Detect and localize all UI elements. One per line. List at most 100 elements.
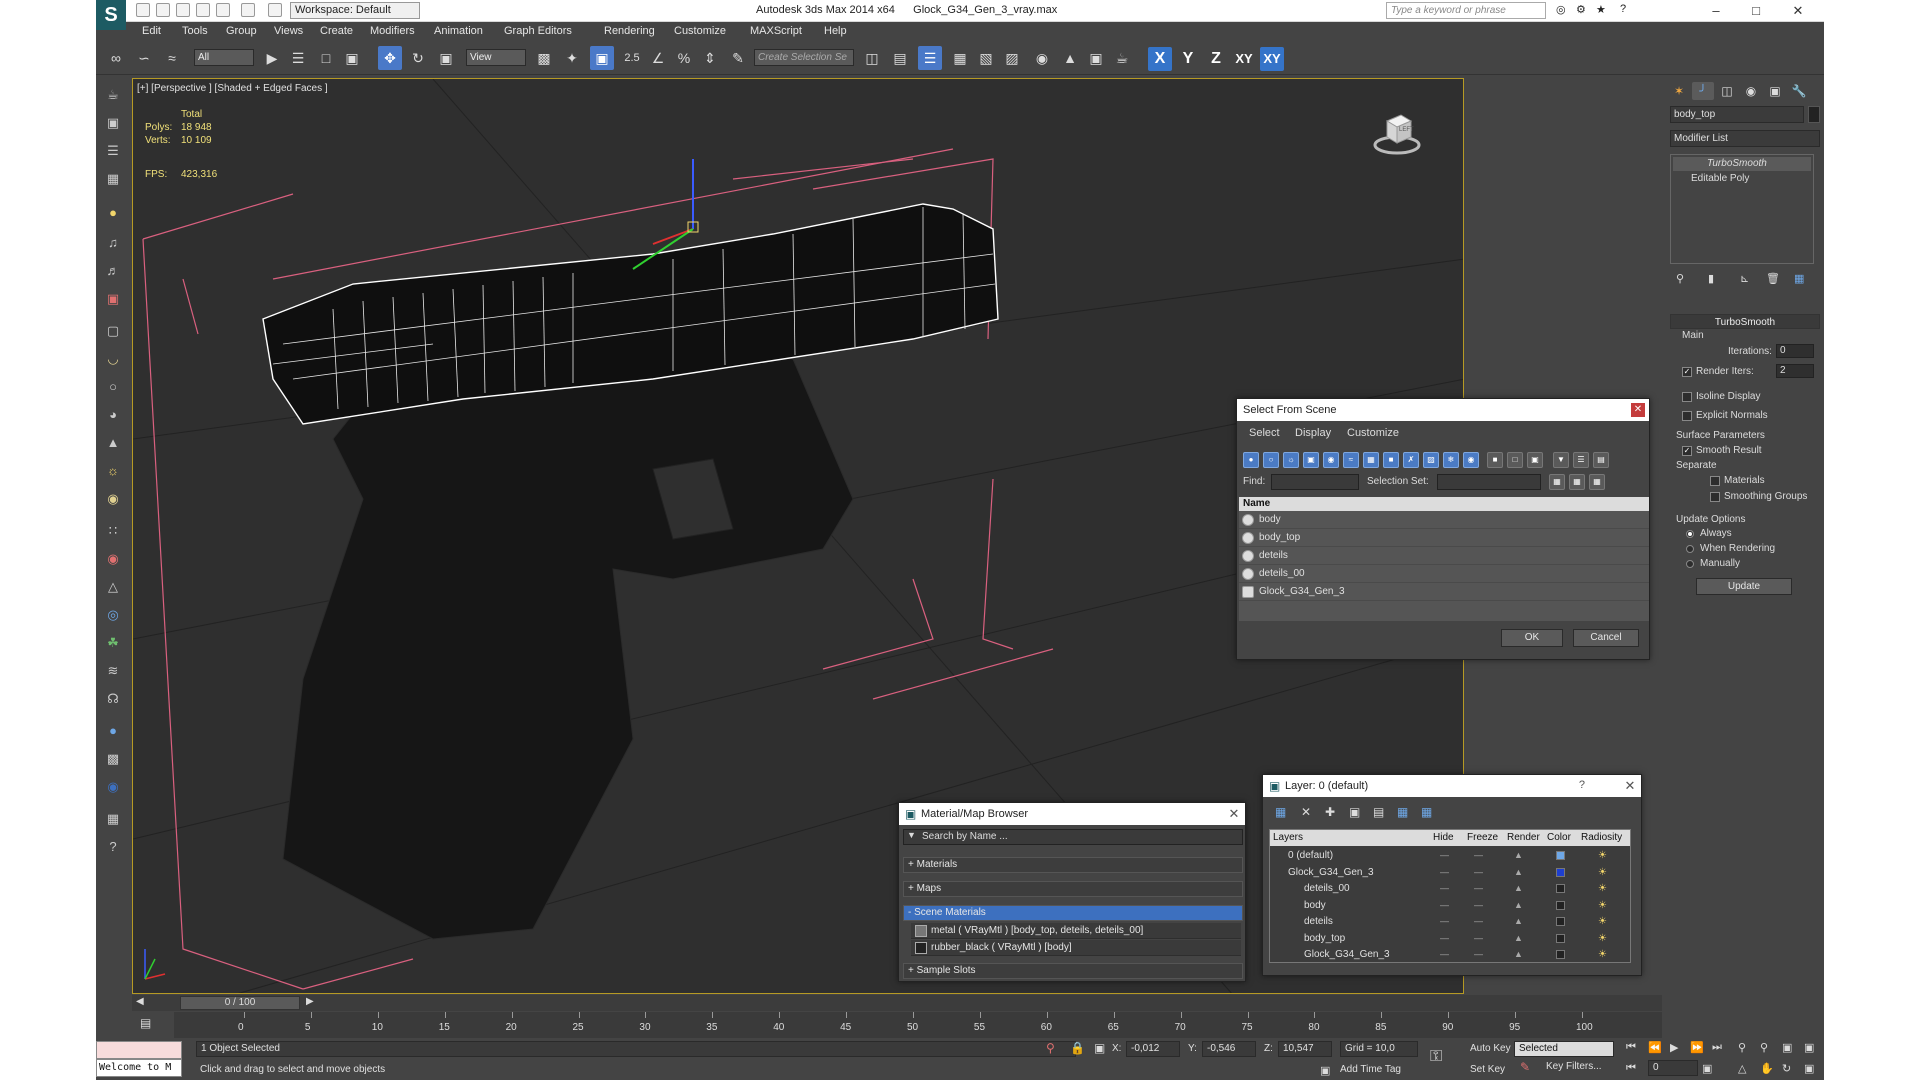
freeze-toggle-icon[interactable]: — bbox=[1474, 913, 1483, 930]
delete-layer-icon[interactable]: ✕ bbox=[1301, 805, 1311, 819]
save-file-icon[interactable] bbox=[176, 3, 190, 17]
select-and-rotate-icon[interactable]: ↻ bbox=[406, 46, 430, 70]
materials-checkbox[interactable] bbox=[1710, 476, 1720, 486]
binoculars-icon[interactable]: ◎ bbox=[1556, 3, 1570, 17]
layer-color-swatch[interactable] bbox=[1556, 950, 1565, 959]
material-ball-icon[interactable]: ● bbox=[103, 721, 123, 741]
plant-icon[interactable]: ☘ bbox=[103, 633, 123, 653]
filter-icon[interactable]: ▼ bbox=[1553, 452, 1569, 468]
object-name-field[interactable]: body_top bbox=[1670, 106, 1804, 123]
layer-row[interactable]: deteils_00 — — ▲ ☀ bbox=[1270, 880, 1630, 897]
scene-object-row[interactable]: body bbox=[1239, 511, 1649, 529]
radiosity-icon[interactable]: ☀ bbox=[1598, 897, 1607, 914]
configure-sets-icon[interactable]: ▦ bbox=[1794, 272, 1804, 285]
maximize-icon[interactable]: □ bbox=[1736, 2, 1776, 20]
render-production-icon[interactable]: ☕ bbox=[1110, 46, 1134, 70]
key-mode-toggle-icon[interactable]: ⏮ bbox=[1626, 1062, 1636, 1075]
sun-icon[interactable]: ☼ bbox=[103, 461, 123, 481]
make-unique-icon[interactable]: ⊾ bbox=[1740, 272, 1749, 285]
highlight-layer-icon[interactable]: ▤ bbox=[1373, 805, 1384, 819]
edit-named-selection-icon[interactable]: ✎ bbox=[726, 46, 750, 70]
layer-row[interactable]: deteils — — ▲ ☀ bbox=[1270, 913, 1630, 930]
sphere-icon[interactable]: ○ bbox=[103, 377, 123, 397]
selection-filter-dropdown[interactable]: All bbox=[194, 49, 254, 66]
hierarchy-tab-icon[interactable]: ◫ bbox=[1716, 82, 1738, 100]
mini-curve-editor-icon[interactable]: ▤ bbox=[140, 1016, 151, 1030]
menu-tools[interactable]: Tools bbox=[182, 25, 208, 37]
maxscript-listener-input[interactable] bbox=[96, 1041, 182, 1059]
material-editor-icon[interactable]: ◉ bbox=[1030, 46, 1054, 70]
when-rendering-radio[interactable] bbox=[1686, 545, 1694, 553]
previous-frame-icon[interactable]: ⏪ bbox=[1648, 1041, 1662, 1054]
render-toggle-icon[interactable]: ▲ bbox=[1514, 847, 1523, 864]
axis-x-button[interactable]: X bbox=[1148, 47, 1172, 71]
curve-editor-icon[interactable]: ▧ bbox=[974, 46, 998, 70]
layer-color-swatch[interactable] bbox=[1556, 933, 1565, 943]
app-logo-icon[interactable]: S bbox=[96, 0, 126, 30]
communication-icon[interactable]: ★ bbox=[1596, 3, 1610, 17]
menu-animation[interactable]: Animation bbox=[434, 25, 483, 37]
modifier-list-dropdown[interactable]: Modifier List bbox=[1670, 130, 1820, 147]
spinner-snap-icon[interactable]: ⇕ bbox=[698, 46, 722, 70]
menu-help[interactable]: Help bbox=[824, 25, 847, 37]
hold-icon[interactable] bbox=[241, 3, 255, 17]
viewcube[interactable]: LEFT bbox=[1373, 109, 1421, 157]
always-radio[interactable] bbox=[1686, 530, 1694, 538]
add-time-tag-button[interactable]: Add Time Tag bbox=[1340, 1064, 1401, 1075]
align-icon[interactable]: ▤ bbox=[888, 46, 912, 70]
remove-modifier-icon[interactable]: 🗑 bbox=[1766, 272, 1780, 285]
next-frame-button-icon[interactable]: ⏩ bbox=[1690, 1041, 1704, 1054]
zoom-extents-icon[interactable]: ▣ bbox=[1782, 1041, 1792, 1054]
undo-icon[interactable] bbox=[196, 3, 210, 17]
motion-tab-icon[interactable]: ◉ bbox=[1740, 82, 1762, 100]
current-frame-field[interactable]: 0 bbox=[1648, 1060, 1698, 1076]
next-frame-icon[interactable]: ▶ bbox=[306, 996, 314, 1007]
selection-lock-icon[interactable]: 🔒 bbox=[1070, 1041, 1085, 1055]
layer-row[interactable]: Glock_G34_Gen_3 — — ▲ ☀ bbox=[1270, 864, 1630, 881]
radiosity-icon[interactable]: ☀ bbox=[1598, 880, 1607, 897]
freeze-toggle-icon[interactable]: — bbox=[1474, 946, 1483, 963]
name-column-header[interactable]: Name bbox=[1239, 497, 1649, 511]
set-key-button[interactable]: Set Key bbox=[1470, 1064, 1505, 1075]
orbit-icon[interactable]: ↻ bbox=[1782, 1062, 1791, 1075]
add-to-layer-icon[interactable]: ✚ bbox=[1325, 805, 1335, 819]
select-by-name-icon[interactable]: ☰ bbox=[286, 46, 310, 70]
close-layer-manager-icon[interactable]: ✕ bbox=[1623, 779, 1637, 793]
stack-item-editable-poly[interactable]: Editable Poly bbox=[1673, 172, 1811, 186]
film-icon[interactable]: ▣ bbox=[103, 289, 123, 309]
field-of-view-icon[interactable]: △ bbox=[1738, 1062, 1746, 1075]
pin-stack-icon[interactable]: ⚲ bbox=[1676, 272, 1684, 285]
unlink-icon[interactable]: ∽ bbox=[132, 46, 156, 70]
magnet-icon[interactable]: ◉ bbox=[103, 549, 123, 569]
radiosity-icon[interactable]: ☀ bbox=[1598, 946, 1607, 963]
hemisphere-icon[interactable]: ◡ bbox=[103, 349, 123, 369]
hide-toggle-icon[interactable]: — bbox=[1440, 913, 1449, 930]
browser-options-icon[interactable]: ▼ bbox=[907, 830, 916, 840]
show-end-result-icon[interactable]: ▮ bbox=[1708, 272, 1714, 285]
rendered-frame-window-icon[interactable]: ▣ bbox=[1084, 46, 1108, 70]
layers-column-header[interactable]: Layers bbox=[1270, 830, 1430, 846]
materials-group[interactable]: + Materials bbox=[903, 857, 1243, 873]
hair-icon[interactable]: ≋ bbox=[103, 661, 123, 681]
snaps-toggle-icon[interactable]: 2.5 bbox=[620, 46, 644, 70]
selection-set-dropdown[interactable] bbox=[1437, 474, 1541, 490]
select-none-icon[interactable]: □ bbox=[1507, 452, 1523, 468]
update-button[interactable]: Update bbox=[1696, 578, 1792, 595]
scene-object-row[interactable]: Glock_G34_Gen_3 bbox=[1239, 583, 1649, 601]
freeze-toggle-icon[interactable]: — bbox=[1474, 880, 1483, 897]
render-toggle-icon[interactable]: ▲ bbox=[1514, 946, 1523, 963]
close-dialog-icon[interactable]: ✕ bbox=[1631, 403, 1645, 417]
disc-icon[interactable]: ◉ bbox=[103, 489, 123, 509]
pivot-center-icon[interactable]: ▩ bbox=[532, 46, 556, 70]
find-input[interactable] bbox=[1271, 474, 1359, 490]
viewport-label[interactable]: [+] [Perspective ] [Shaded + Edged Faces… bbox=[137, 83, 328, 94]
display-lights-icon[interactable]: ☼ bbox=[1283, 452, 1299, 468]
teapot-icon[interactable]: ☕ bbox=[103, 85, 123, 105]
pyramid-icon[interactable]: △ bbox=[103, 577, 123, 597]
scene-materials-group[interactable]: - Scene Materials bbox=[903, 905, 1243, 921]
go-to-start-icon[interactable]: ⏮ bbox=[1626, 1041, 1636, 1054]
window-crossing-icon[interactable]: ▣ bbox=[340, 46, 364, 70]
maximize-viewport-icon[interactable]: ▣ bbox=[1804, 1062, 1814, 1075]
minimize-icon[interactable]: – bbox=[1696, 2, 1736, 20]
auto-key-button[interactable]: Auto Key bbox=[1470, 1043, 1511, 1054]
